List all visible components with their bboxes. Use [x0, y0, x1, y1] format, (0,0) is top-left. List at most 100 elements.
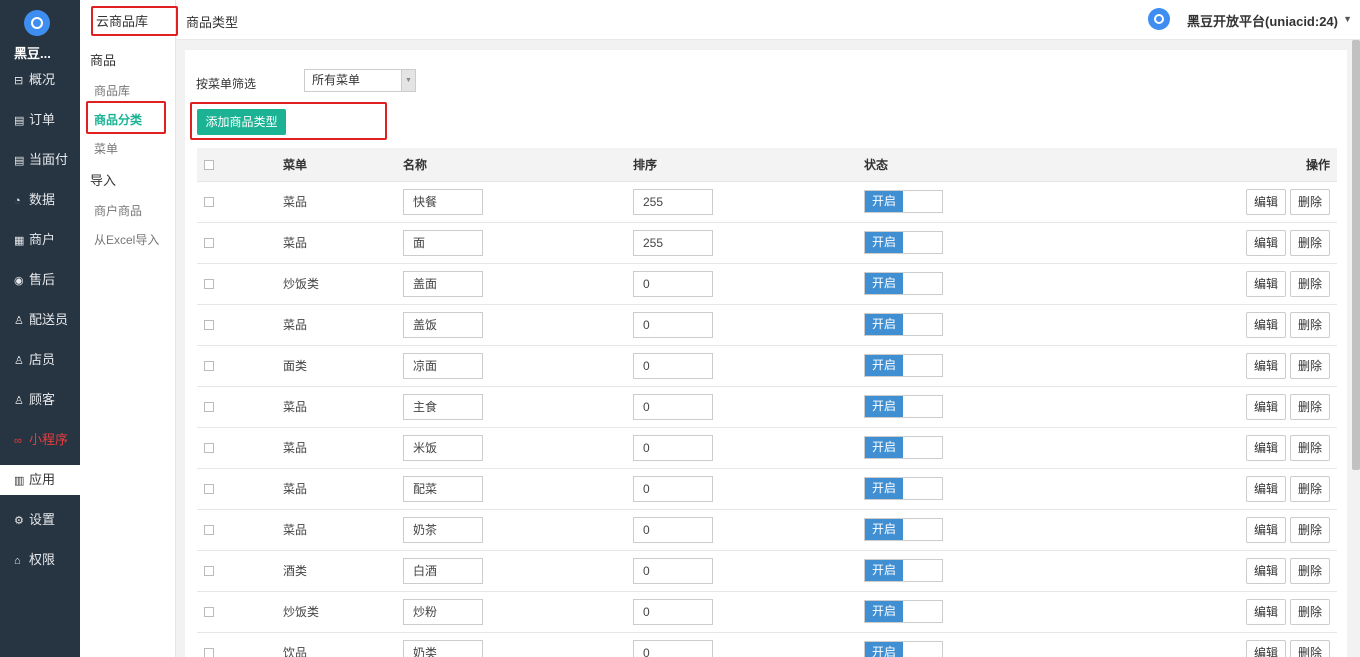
subnav-link-excel-import[interactable]: 从Excel导入	[94, 231, 159, 248]
subnav-link-menu[interactable]: 菜单	[94, 140, 118, 157]
edit-button[interactable]: 编辑	[1246, 229, 1286, 256]
edit-button[interactable]: 编辑	[1246, 434, 1286, 461]
row-sort-input[interactable]: 255	[633, 229, 713, 256]
row-name-input[interactable]: 面	[403, 229, 483, 256]
row-checkbox[interactable]	[204, 566, 214, 577]
edit-button[interactable]: 编辑	[1246, 516, 1286, 543]
row-sort-input[interactable]: 0	[633, 516, 713, 543]
row-sort-input[interactable]: 0	[633, 352, 713, 379]
edit-button[interactable]: 编辑	[1246, 188, 1286, 215]
delete-button[interactable]: 删除	[1290, 352, 1330, 379]
delete-button[interactable]: 删除	[1290, 229, 1330, 256]
status-toggle[interactable]: 开启	[864, 518, 943, 541]
status-toggle[interactable]: 开启	[864, 641, 943, 657]
delete-button[interactable]: 删除	[1290, 516, 1330, 543]
row-name-cell: 快餐	[403, 181, 633, 223]
subnav-link-goods-category[interactable]: 商品分类	[94, 111, 142, 128]
edit-button[interactable]: 编辑	[1246, 557, 1286, 584]
app-logo-icon[interactable]	[24, 10, 50, 36]
row-sort-input[interactable]: 0	[633, 311, 713, 338]
row-sort-input[interactable]: 0	[633, 434, 713, 461]
row-checkbox[interactable]	[204, 525, 214, 536]
orders-icon: ▤	[14, 115, 25, 127]
row-sort-input[interactable]: 0	[633, 639, 713, 657]
row-name-input[interactable]: 主食	[403, 393, 483, 420]
sidebar-item-permissions[interactable]: ⌂ 权限	[0, 545, 80, 575]
row-status-cell: 开启	[864, 181, 1164, 223]
delete-button[interactable]: 删除	[1290, 270, 1330, 297]
row-sort-input[interactable]: 0	[633, 393, 713, 420]
delete-button[interactable]: 删除	[1290, 188, 1330, 215]
row-checkbox[interactable]	[204, 320, 214, 331]
row-sort-input[interactable]: 0	[633, 475, 713, 502]
chevron-down-icon[interactable]: ▼	[1343, 14, 1352, 24]
scrollbar[interactable]	[1352, 40, 1360, 470]
menu-filter-select[interactable]: 所有菜单 ▼	[304, 69, 416, 92]
status-toggle[interactable]: 开启	[864, 190, 943, 213]
sidebar-item-merchant[interactable]: ▦ 商户	[0, 225, 80, 255]
row-checkbox[interactable]	[204, 648, 214, 657]
status-toggle[interactable]: 开启	[864, 231, 943, 254]
row-sort-input[interactable]: 0	[633, 270, 713, 297]
status-toggle[interactable]: 开启	[864, 600, 943, 623]
edit-button[interactable]: 编辑	[1246, 393, 1286, 420]
platform-account[interactable]: 黑豆开放平台(uniacid:24)	[1187, 11, 1338, 30]
row-checkbox[interactable]	[204, 197, 214, 208]
sidebar-item-mini-program[interactable]: ∞ 小程序	[0, 425, 80, 455]
delete-button[interactable]: 删除	[1290, 598, 1330, 625]
sidebar-item-orders[interactable]: ▤ 订单	[0, 105, 80, 135]
row-sort-input[interactable]: 0	[633, 557, 713, 584]
row-name-input[interactable]: 白酒	[403, 557, 483, 584]
delete-button[interactable]: 删除	[1290, 434, 1330, 461]
status-toggle[interactable]: 开启	[864, 395, 943, 418]
row-name-input[interactable]: 奶茶	[403, 516, 483, 543]
row-name-input[interactable]: 奶类	[403, 639, 483, 657]
edit-button[interactable]: 编辑	[1246, 270, 1286, 297]
row-name-input[interactable]: 炒粉	[403, 598, 483, 625]
edit-button[interactable]: 编辑	[1246, 475, 1286, 502]
add-goods-type-button[interactable]: 添加商品类型	[197, 109, 286, 135]
delete-button[interactable]: 删除	[1290, 557, 1330, 584]
delete-button[interactable]: 删除	[1290, 639, 1330, 657]
status-toggle[interactable]: 开启	[864, 354, 943, 377]
edit-button[interactable]: 编辑	[1246, 598, 1286, 625]
row-name-input[interactable]: 配菜	[403, 475, 483, 502]
subnav-link-merchant-goods[interactable]: 商户商品	[94, 202, 142, 219]
select-all-checkbox[interactable]	[204, 160, 214, 171]
row-checkbox[interactable]	[204, 607, 214, 618]
delete-button[interactable]: 删除	[1290, 311, 1330, 338]
sidebar-item-after-sales[interactable]: ◉ 售后	[0, 265, 80, 295]
row-name-input[interactable]: 快餐	[403, 188, 483, 215]
row-checkbox[interactable]	[204, 361, 214, 372]
sidebar-item-data[interactable]: ◔ 数据	[0, 185, 80, 215]
sidebar-item-customer[interactable]: ♙ 顾客	[0, 385, 80, 415]
edit-button[interactable]: 编辑	[1246, 352, 1286, 379]
sidebar-item-courier[interactable]: ♙ 配送员	[0, 305, 80, 335]
status-toggle[interactable]: 开启	[864, 477, 943, 500]
status-toggle[interactable]: 开启	[864, 559, 943, 582]
row-sort-input[interactable]: 0	[633, 598, 713, 625]
status-toggle[interactable]: 开启	[864, 436, 943, 459]
row-name-input[interactable]: 凉面	[403, 352, 483, 379]
sidebar-item-face-pay[interactable]: ▤ 当面付	[0, 145, 80, 175]
row-sort-input[interactable]: 255	[633, 188, 713, 215]
sidebar-item-apps[interactable]: ▥ 应用	[0, 465, 80, 495]
sidebar-item-clerk[interactable]: ♙ 店员	[0, 345, 80, 375]
delete-button[interactable]: 删除	[1290, 475, 1330, 502]
row-name-input[interactable]: 盖面	[403, 270, 483, 297]
row-checkbox[interactable]	[204, 279, 214, 290]
row-checkbox[interactable]	[204, 402, 214, 413]
subnav-link-goods-library[interactable]: 商品库	[94, 82, 130, 99]
row-name-input[interactable]: 米饭	[403, 434, 483, 461]
edit-button[interactable]: 编辑	[1246, 639, 1286, 657]
sidebar-item-settings[interactable]: ⚙ 设置	[0, 505, 80, 535]
row-name-input[interactable]: 盖饭	[403, 311, 483, 338]
row-checkbox[interactable]	[204, 238, 214, 249]
row-checkbox[interactable]	[204, 484, 214, 495]
row-checkbox[interactable]	[204, 443, 214, 454]
status-toggle[interactable]: 开启	[864, 272, 943, 295]
delete-button[interactable]: 删除	[1290, 393, 1330, 420]
sidebar-item-overview[interactable]: ⊟ 概况	[0, 65, 80, 95]
status-toggle[interactable]: 开启	[864, 313, 943, 336]
edit-button[interactable]: 编辑	[1246, 311, 1286, 338]
